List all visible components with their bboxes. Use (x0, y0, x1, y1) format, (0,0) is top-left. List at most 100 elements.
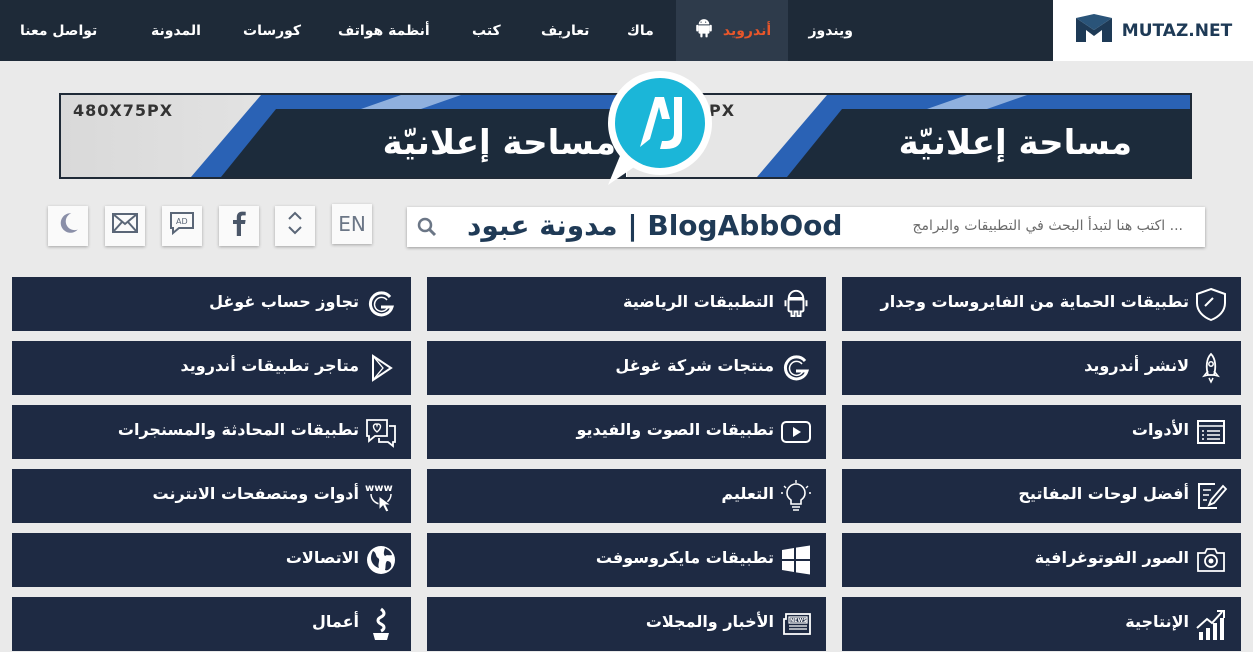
search-icon (417, 217, 437, 241)
ad-banner-left: 480X75PX مساحة إعلانيّة (61, 95, 626, 177)
nav-item-label: ويندوز (808, 22, 853, 39)
category-tile-browsers[interactable]: www أدوات ومتصفحات الانترنت (12, 469, 411, 523)
category-tile-tools[interactable]: الأدوات (842, 405, 1241, 459)
search-brand-text: مدونة عبود | BlogAbbOod (467, 209, 843, 242)
video-play-icon (778, 414, 814, 450)
category-label: أفضل لوحات المفاتيح (1018, 484, 1189, 503)
svg-text:AD: AD (176, 217, 188, 226)
category-label: تطبيقات الحماية من الفايروسات وجدار (880, 292, 1189, 311)
category-tile-microsoft[interactable]: تطبيقات مايكروسوفت (427, 533, 826, 587)
shield-icon (1193, 286, 1229, 322)
svg-text:NEWS: NEWS (790, 618, 807, 624)
category-tile-audio-video[interactable]: تطبيقات الصوت والفيديو (427, 405, 826, 459)
category-label: لانشر أندرويد (1084, 356, 1189, 375)
nav-item-windows[interactable]: ويندوز (808, 0, 853, 61)
category-tile-google-bypass[interactable]: تجاوز حساب غوغل (12, 277, 411, 331)
category-tile-productivity[interactable]: الإنتاجية (842, 597, 1241, 651)
category-tile-news[interactable]: NEWS الأخبار والمجلات (427, 597, 826, 651)
chevron-up-down-icon (286, 210, 304, 242)
nav-item-label: المدونة (151, 22, 201, 39)
globe-icon (363, 542, 399, 578)
play-store-icon (363, 350, 399, 386)
category-label: تجاوز حساب غوغل (209, 292, 359, 311)
advertise-button[interactable]: AD (162, 206, 202, 246)
category-tile-education[interactable]: التعليم (427, 469, 826, 523)
nav-item-label: ماك (627, 22, 654, 39)
language-toggle[interactable]: EN (332, 204, 372, 244)
camera-icon (1193, 542, 1229, 578)
android-icon (778, 286, 814, 322)
dark-mode-toggle[interactable] (48, 206, 88, 246)
list-window-icon (1193, 414, 1229, 450)
category-label: أعمال (311, 612, 359, 631)
nav-item-mac[interactable]: ماك (627, 0, 654, 61)
top-navigation: ويندوز أندرويد ماك تعاريف كتب أنظمة هوات… (0, 0, 1253, 61)
category-tile-business[interactable]: أعمال (12, 597, 411, 651)
newspaper-icon: NEWS (778, 606, 814, 642)
category-label: التعليم (721, 484, 774, 503)
rocket-icon (1193, 350, 1229, 386)
category-label: تطبيقات مايكروسوفت (595, 548, 774, 567)
nav-item-android[interactable]: أندرويد (676, 0, 788, 61)
category-label: التطبيقات الرياضية (623, 292, 774, 311)
scroll-toggle-button[interactable] (275, 206, 315, 246)
moon-icon (55, 210, 81, 242)
nav-item-label: أندرويد (722, 22, 772, 39)
chat-heart-icon (363, 414, 399, 450)
search-bar[interactable]: مدونة عبود | BlogAbbOod اكتب هنا لتبدأ ا… (407, 207, 1205, 247)
category-tile-google-products[interactable]: منتجات شركة غوغل (427, 341, 826, 395)
nav-item-label: تواصل معنا (20, 22, 98, 39)
android-icon (693, 18, 715, 44)
mountain-logo-icon (1074, 13, 1114, 48)
nav-item-courses[interactable]: كورسات (243, 0, 301, 61)
category-label: الاتصالات (285, 548, 359, 567)
ad-size-label: 480X75PX (73, 101, 174, 120)
facebook-button[interactable] (219, 206, 259, 246)
category-label: الصور الفوتوغرافية (1034, 548, 1189, 567)
google-icon (363, 286, 399, 322)
category-label: الأدوات (1131, 420, 1189, 439)
logo-text: MUTAZ.NET (1121, 20, 1233, 41)
nav-item-label: تعاريف (541, 22, 590, 39)
category-tile-messengers[interactable]: تطبيقات المحادثة والمسنجرات (12, 405, 411, 459)
facebook-icon (231, 210, 247, 242)
category-tile-keyboards[interactable]: أفضل لوحات المفاتيح (842, 469, 1241, 523)
nav-item-label: كتب (472, 22, 501, 39)
language-label: EN (338, 212, 366, 236)
google-icon (778, 350, 814, 386)
nav-item-contact[interactable]: تواصل معنا (20, 0, 97, 61)
nav-item-books[interactable]: كتب (472, 0, 501, 61)
ad-chat-icon: AD (169, 211, 195, 241)
nav-item-blog[interactable]: المدونة (151, 0, 201, 61)
www-icon: www (363, 478, 399, 514)
business-icon (363, 606, 399, 642)
search-input[interactable]: اكتب هنا لتبدأ البحث في التطبيقات والبرا… (912, 218, 1183, 234)
windows-icon (778, 542, 814, 578)
category-label: أدوات ومتصفحات الانترنت (152, 484, 359, 503)
email-button[interactable] (105, 206, 145, 246)
nav-item-label: أنظمة هواتف (338, 22, 430, 39)
mail-icon (112, 213, 138, 239)
category-label: تطبيقات الصوت والفيديو (576, 420, 774, 439)
blog-logo-icon[interactable] (600, 67, 718, 185)
category-label: متاجر تطبيقات أندرويد (180, 356, 359, 375)
category-tile-sports[interactable]: التطبيقات الرياضية (427, 277, 826, 331)
chart-growth-icon (1193, 606, 1229, 642)
ad-text: مساحة إعلانيّة (898, 123, 1132, 163)
category-tile-photos[interactable]: الصور الفوتوغرافية (842, 533, 1241, 587)
svg-text:www: www (365, 483, 393, 494)
ad-text: مساحة إعلانيّة (382, 123, 616, 163)
category-label: تطبيقات المحادثة والمسنجرات (117, 420, 359, 439)
edit-note-icon (1193, 478, 1229, 514)
category-tile-communications[interactable]: الاتصالات (12, 533, 411, 587)
category-tile-launchers[interactable]: لانشر أندرويد (842, 341, 1241, 395)
nav-item-phone-systems[interactable]: أنظمة هواتف (338, 0, 430, 61)
category-label: منتجات شركة غوغل (615, 356, 774, 375)
nav-item-label: كورسات (243, 22, 302, 39)
category-tile-app-stores[interactable]: متاجر تطبيقات أندرويد (12, 341, 411, 395)
category-tile-security[interactable]: تطبيقات الحماية من الفايروسات وجدار (842, 277, 1241, 331)
category-label: الإنتاجية (1125, 612, 1189, 631)
site-logo[interactable]: MUTAZ.NET (1053, 0, 1253, 61)
nav-item-drivers[interactable]: تعاريف (541, 0, 589, 61)
lightbulb-icon (778, 478, 814, 514)
